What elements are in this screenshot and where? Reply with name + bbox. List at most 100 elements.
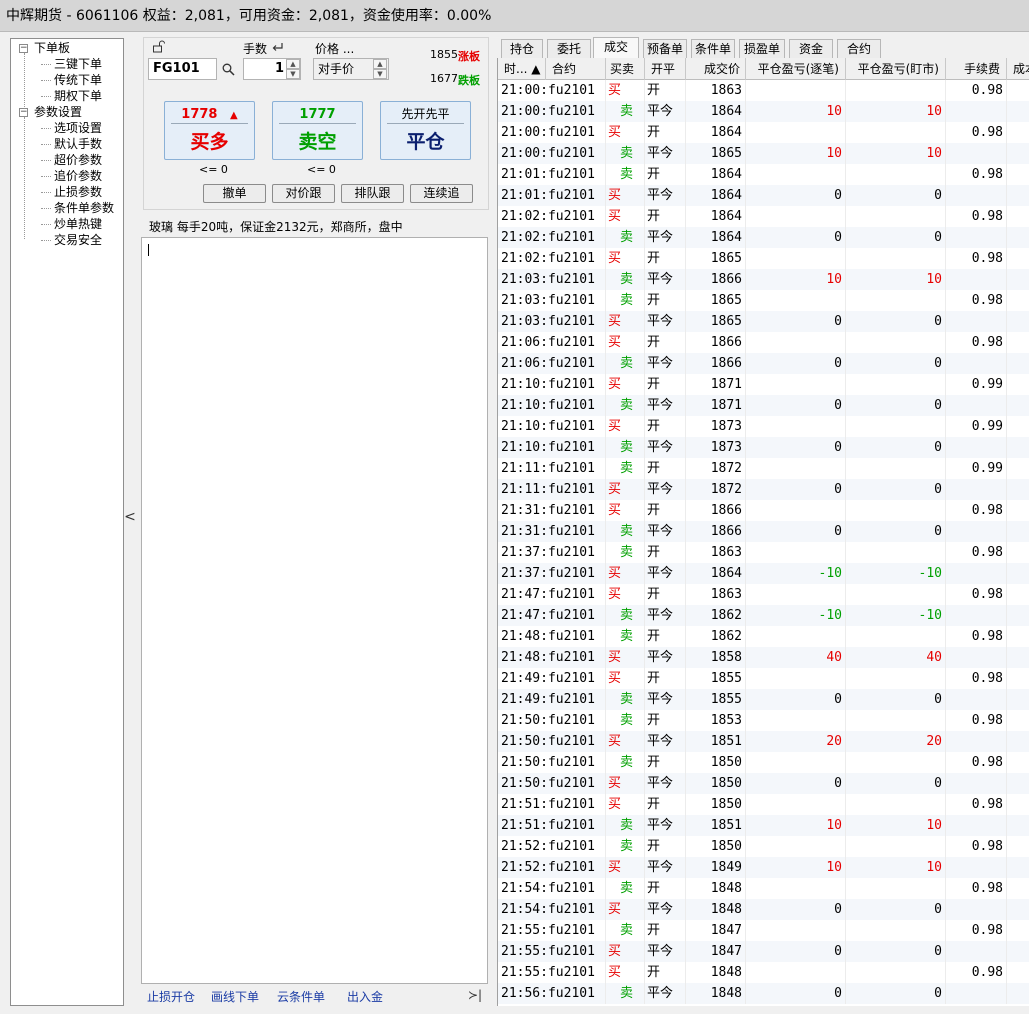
table-row[interactable]: 21:31:fu2101 卖平今 1866 0 0 [498,521,1029,542]
tree-group-order-panel[interactable]: 下单板 [34,40,70,56]
tab-stop-orders[interactable]: 损盈单 [739,39,785,59]
table-row[interactable]: 21:49:fu2101 买 开 1855 0.98 [498,668,1029,689]
tree-item-hotkeys[interactable]: 炒单热键 [54,216,102,232]
table-row[interactable]: 21:50:fu2101 卖开 1853 0.98 [498,710,1029,731]
table-row[interactable]: 21:06:fu2101 买 开 1866 0.98 [498,332,1029,353]
table-row[interactable]: 21:48:fu2101 卖开 1862 0.98 [498,626,1029,647]
table-row[interactable]: 21:50:fu2101 买 平今 1850 0 0 [498,773,1029,794]
table-row[interactable]: 21:50:fu2101 卖开 1850 0.98 [498,752,1029,773]
table-row[interactable]: 21:31:fu2101 买 开 1866 0.98 [498,500,1029,521]
tab-conditional-orders[interactable]: 条件单 [691,39,735,59]
table-row[interactable]: 21:06:fu2101 卖平今 1866 0 0 [498,353,1029,374]
buy-long-button[interactable]: 1778 ▲ 买多 [164,101,255,160]
tab-orders[interactable]: 委托 [547,39,591,59]
col-openclose-header[interactable]: 开平 [645,58,686,80]
col-pnl-per-trade-header[interactable]: 平仓盈亏(逐笔) [746,58,846,80]
col-cost-header[interactable]: 成本 [1007,58,1029,80]
tree-item-conditional[interactable]: 条件单参数 [54,200,114,216]
table-row[interactable]: 21:49:fu2101 卖平今 1855 0 0 [498,689,1029,710]
col-contract-header[interactable]: 合约 [546,58,606,80]
table-row[interactable]: 21:03:fu2101 买 平今 1865 0 0 [498,311,1029,332]
table-row[interactable]: 21:10:fu2101 卖平今 1873 0 0 [498,437,1029,458]
table-row[interactable]: 21:01:fu2101 买 平今 1864 0 0 [498,185,1029,206]
collapse-toggle-icon[interactable]: − [19,108,28,117]
table-row[interactable]: 21:00:fu2101 卖平今 1864 10 10 [498,101,1029,122]
table-row[interactable]: 21:52:fu2101 卖开 1850 0.98 [498,836,1029,857]
table-row[interactable]: 21:55:fu2101 卖开 1847 0.98 [498,920,1029,941]
tree-item-chase-price[interactable]: 追价参数 [54,168,102,184]
tab-positions[interactable]: 持仓 [501,39,543,59]
table-row[interactable]: 21:02:fu2101 买 开 1864 0.98 [498,206,1029,227]
tree-item-options[interactable]: 选项设置 [54,120,102,136]
price-label[interactable]: 价格 ... [315,40,354,57]
unlock-icon[interactable] [152,40,165,53]
table-row[interactable]: 21:01:fu2101 卖开 1864 0.98 [498,164,1029,185]
tree-item-overprice[interactable]: 超价参数 [54,152,102,168]
collapse-panel-arrow-icon[interactable]: < [124,505,136,529]
search-icon[interactable] [222,63,235,76]
tab-trades[interactable]: 成交 [593,37,639,59]
tree-item-stop-loss[interactable]: 止损参数 [54,184,102,200]
deposit-withdraw-link[interactable]: 出入金 [347,988,383,1005]
table-row[interactable]: 21:03:fu2101 卖开 1865 0.98 [498,290,1029,311]
table-row[interactable]: 21:55:fu2101 买 开 1848 0.98 [498,962,1029,983]
table-row[interactable]: 21:47:fu2101 卖平今 1862 -10 -10 [498,605,1029,626]
tree-item-three-key-order[interactable]: 三键下单 [54,56,102,72]
price-up-arrow-icon[interactable]: ▲ [373,59,387,69]
table-row[interactable]: 21:00:fu2101 买 开 1863 0.98 [498,80,1029,101]
table-row[interactable]: 21:47:fu2101 买 开 1863 0.98 [498,584,1029,605]
table-row[interactable]: 21:51:fu2101 买 开 1850 0.98 [498,794,1029,815]
tab-funds[interactable]: 资金 [789,39,833,59]
tree-item-option-order[interactable]: 期权下单 [54,88,102,104]
table-row[interactable]: 21:50:fu2101 买 平今 1851 20 20 [498,731,1029,752]
cancel-order-button[interactable]: 撤单 [203,184,266,203]
table-row[interactable]: 21:03:fu2101 卖平今 1866 10 10 [498,269,1029,290]
tab-prepared-orders[interactable]: 预备单 [643,39,687,59]
table-row[interactable]: 21:10:fu2101 买 开 1871 0.99 [498,374,1029,395]
log-textarea[interactable] [141,237,488,984]
table-row[interactable]: 21:10:fu2101 卖平今 1871 0 0 [498,395,1029,416]
col-time-header[interactable]: 时... ▲ [498,58,546,80]
table-row[interactable]: 21:54:fu2101 买 平今 1848 0 0 [498,899,1029,920]
tab-contracts[interactable]: 合约 [837,39,881,59]
table-row[interactable]: 21:52:fu2101 买 平今 1849 10 10 [498,857,1029,878]
table-row[interactable]: 21:55:fu2101 买 平今 1847 0 0 [498,941,1029,962]
stop-loss-open-link[interactable]: 止损开仓 [147,988,195,1005]
tree-item-traditional-order[interactable]: 传统下单 [54,72,102,88]
col-side-header[interactable]: 买卖 [606,58,645,80]
close-position-button[interactable]: 先开先平 平仓 [380,101,471,160]
continuous-chase-button[interactable]: 连续追 [410,184,473,203]
collapse-toggle-icon[interactable]: − [19,44,28,53]
col-fee-header[interactable]: 手续费 [946,58,1007,80]
table-row[interactable]: 21:11:fu2101 卖开 1872 0.99 [498,458,1029,479]
table-row[interactable]: 21:37:fu2101 买 平今 1864 -10 -10 [498,563,1029,584]
table-row[interactable]: 21:02:fu2101 卖平今 1864 0 0 [498,227,1029,248]
col-price-header[interactable]: 成交价 [686,58,746,80]
tree-item-default-lots[interactable]: 默认手数 [54,136,102,152]
table-row[interactable]: 21:10:fu2101 买 开 1873 0.99 [498,416,1029,437]
tree-group-parameters[interactable]: 参数设置 [34,104,82,120]
table-row[interactable]: 21:00:fu2101 卖平今 1865 10 10 [498,143,1029,164]
table-row[interactable]: 21:00:fu2101 买 开 1864 0.98 [498,122,1029,143]
tree-item-security[interactable]: 交易安全 [54,232,102,248]
return-arrow-icon[interactable] [271,42,284,53]
table-row[interactable]: 21:56:fu2101 卖平今 1848 0 0 [498,983,1029,1004]
table-row[interactable]: 21:11:fu2101 买 平今 1872 0 0 [498,479,1029,500]
queue-follow-button[interactable]: 排队跟 [341,184,404,203]
cloud-conditional-link[interactable]: 云条件单 [277,988,325,1005]
lots-down-arrow-icon[interactable]: ▼ [286,69,300,79]
expand-right-icon[interactable]: ≻| [468,988,482,1002]
draw-line-order-link[interactable]: 画线下单 [211,988,259,1005]
lots-up-arrow-icon[interactable]: ▲ [286,59,300,69]
sell-short-button[interactable]: 1777 卖空 [272,101,363,160]
table-row[interactable]: 21:54:fu2101 卖开 1848 0.98 [498,878,1029,899]
price-down-arrow-icon[interactable]: ▼ [373,69,387,79]
table-row[interactable]: 21:37:fu2101 卖开 1863 0.98 [498,542,1029,563]
cell-pnl-mtm [846,710,946,731]
table-row[interactable]: 21:51:fu2101 卖平今 1851 10 10 [498,815,1029,836]
table-row[interactable]: 21:02:fu2101 买 开 1865 0.98 [498,248,1029,269]
col-pnl-mtm-header[interactable]: 平仓盈亏(盯市) [846,58,946,80]
symbol-input[interactable]: FG101 [148,58,217,80]
table-row[interactable]: 21:48:fu2101 买 平今 1858 40 40 [498,647,1029,668]
counter-price-follow-button[interactable]: 对价跟 [272,184,335,203]
